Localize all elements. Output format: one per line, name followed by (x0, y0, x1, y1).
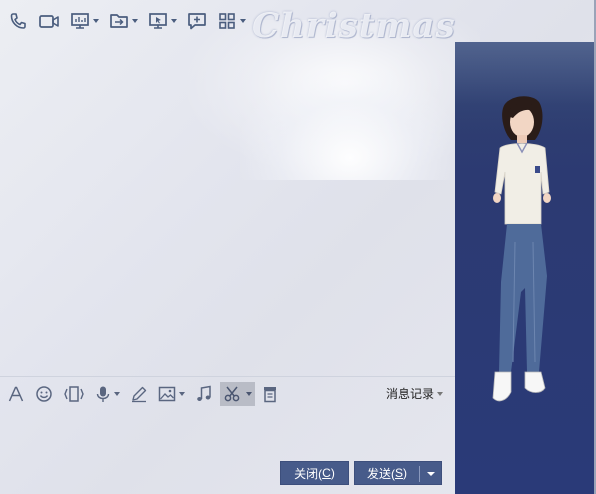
close-button-label: 关闭( (294, 466, 323, 481)
send-options-chevron-icon[interactable] (427, 472, 435, 476)
remote-desktop-icon (148, 11, 168, 31)
close-button-label-end: ) (330, 466, 335, 480)
emoji-icon (35, 385, 53, 403)
chevron-down-icon (114, 391, 120, 396)
voice-icon (95, 385, 111, 403)
avatar-show-panel (455, 42, 596, 494)
apps-grid-button[interactable] (215, 6, 248, 36)
phone-icon (8, 11, 28, 31)
remote-desktop-button[interactable] (146, 6, 179, 36)
message-add-button[interactable] (185, 6, 209, 36)
close-button-hotkey: C (322, 466, 331, 480)
font-button[interactable] (4, 382, 28, 406)
message-display-area[interactable] (0, 42, 455, 376)
chevron-down-icon (93, 19, 99, 23)
send-button-hotkey: S (395, 466, 404, 480)
trash-button[interactable] (259, 382, 281, 406)
pen-icon (130, 385, 148, 403)
apps-grid-icon (217, 11, 237, 31)
send-button-divider (419, 466, 420, 482)
emoji-button[interactable] (32, 382, 56, 406)
close-button[interactable]: 关闭(C) (280, 461, 349, 485)
message-history-button[interactable]: 消息记录 (386, 385, 443, 402)
font-icon (7, 385, 25, 403)
scissors-icon (223, 385, 243, 403)
file-transfer-icon (109, 11, 129, 31)
screenshot-button[interactable] (220, 381, 255, 406)
screen-share-button[interactable] (68, 6, 101, 36)
trash-icon (262, 385, 278, 403)
send-button[interactable]: 发送(S) (354, 461, 442, 485)
send-button-label-end: ) (403, 466, 408, 480)
video-icon (38, 11, 60, 31)
image-icon (158, 385, 176, 403)
edit-toolbar: 消息记录 (0, 376, 455, 410)
top-toolbar (0, 0, 596, 42)
message-history-label: 消息记录 (385, 387, 434, 401)
shake-button[interactable] (60, 382, 88, 406)
music-button[interactable] (192, 382, 216, 406)
chevron-down-icon (171, 19, 177, 23)
chevron-down-icon (179, 391, 185, 396)
pen-button[interactable] (127, 382, 151, 406)
phone-button[interactable] (6, 6, 30, 36)
voice-button[interactable] (92, 382, 123, 406)
chevron-down-icon (437, 391, 443, 396)
chevron-down-icon (132, 19, 138, 23)
send-button-label: 发送( (367, 466, 395, 481)
video-button[interactable] (36, 6, 62, 36)
chevron-down-icon (240, 19, 246, 23)
avatar-figure (492, 96, 551, 402)
music-icon (195, 385, 213, 403)
file-transfer-button[interactable] (107, 6, 140, 36)
screen-share-icon (70, 11, 90, 31)
message-add-icon (187, 11, 207, 31)
image-button[interactable] (155, 382, 188, 406)
chevron-down-icon (246, 391, 252, 396)
message-input[interactable] (0, 410, 455, 460)
chat-window: Christmas 消息记录 关闭(C) 发送(S) (0, 0, 596, 494)
shake-icon (63, 385, 85, 403)
